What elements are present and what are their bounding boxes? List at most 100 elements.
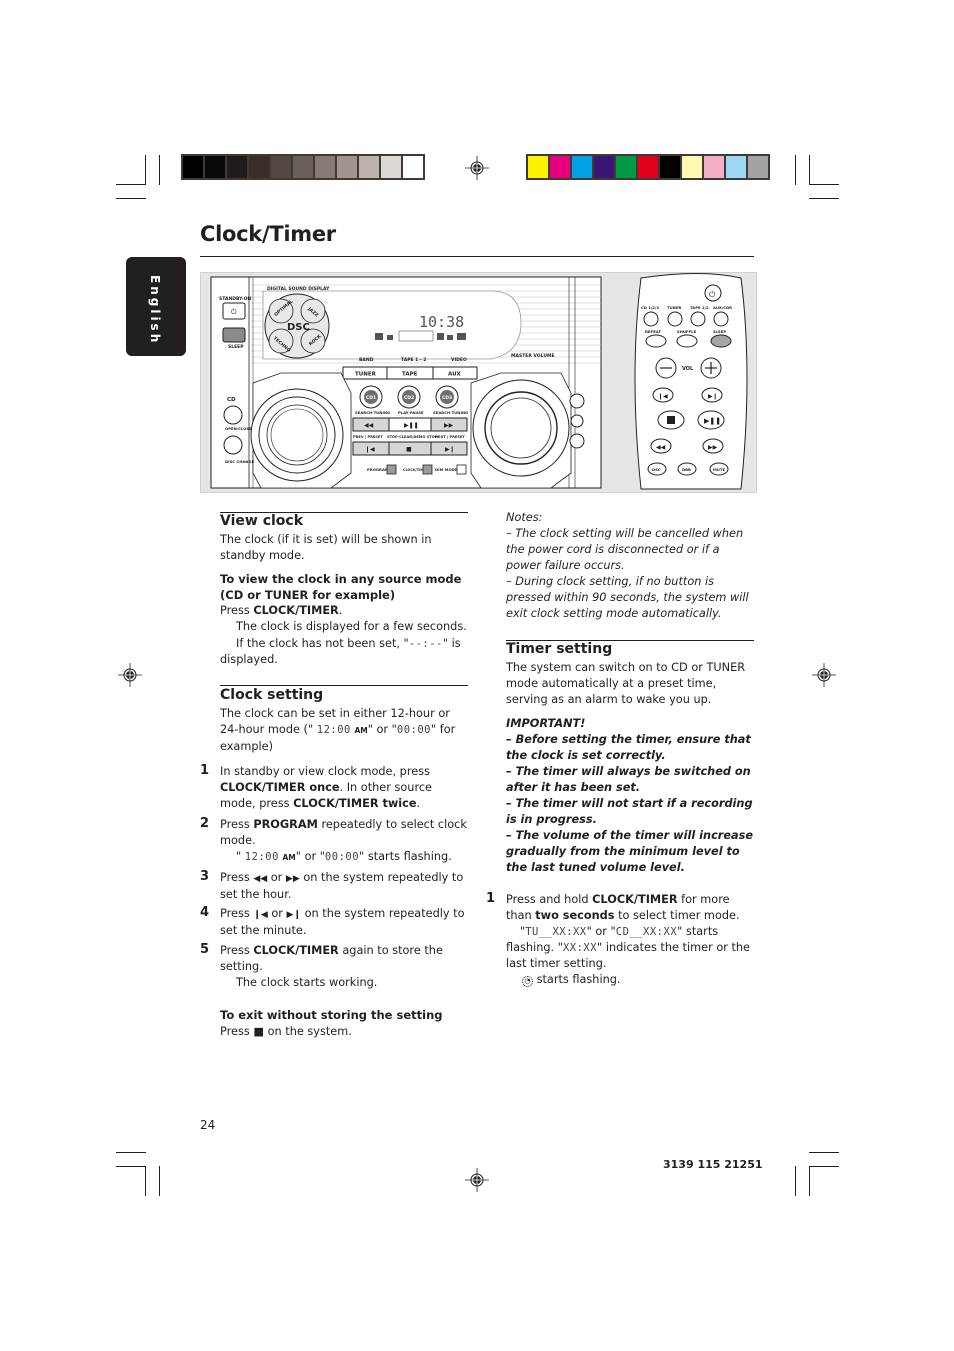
previous-icon: ❙◀ bbox=[253, 910, 268, 920]
device-illustration: DIGITAL SOUND DISPLAY STANDBY-ON ⏻ SLEEP… bbox=[200, 272, 757, 493]
svg-text:CD 1/2/3: CD 1/2/3 bbox=[641, 305, 659, 310]
svg-text:DBB: DBB bbox=[682, 467, 691, 472]
page-title: Clock/Timer bbox=[200, 222, 336, 246]
calibration-swatch bbox=[359, 156, 379, 178]
svg-text:CD1: CD1 bbox=[366, 395, 376, 401]
svg-text:STOP·CLEAR/DEMO STOP: STOP·CLEAR/DEMO STOP bbox=[387, 435, 438, 439]
language-tab: English bbox=[126, 257, 186, 356]
calibration-swatch bbox=[594, 156, 614, 178]
calibration-swatch bbox=[550, 156, 570, 178]
right-dial bbox=[470, 372, 572, 489]
svg-text:VOL: VOL bbox=[682, 366, 694, 372]
important-label: IMPORTANT! bbox=[506, 717, 586, 730]
remote-power-icon: ⏻ bbox=[709, 290, 716, 299]
exit-instruction: Press ■ on the system. bbox=[220, 1025, 352, 1038]
calibration-swatch bbox=[337, 156, 357, 178]
view-clock-press: Press CLOCK/TIMER. bbox=[220, 604, 343, 617]
warning-1: – Before setting the timer, ensure that … bbox=[506, 733, 751, 763]
svg-text:▶❙: ▶❙ bbox=[445, 446, 455, 453]
page-number: 24 bbox=[200, 1118, 216, 1132]
jacks bbox=[569, 393, 585, 449]
power-icon: ⏻ bbox=[231, 308, 237, 316]
fast-forward-icon: ▶▶ bbox=[285, 874, 300, 884]
calibration-swatch bbox=[528, 156, 548, 178]
note-1: – The clock setting will be cancelled wh… bbox=[506, 527, 744, 573]
sleep-label: SLEEP bbox=[228, 344, 244, 350]
exit-heading: To exit without storing the setting bbox=[220, 1008, 443, 1022]
note-2: – During clock setting, if no button is … bbox=[506, 575, 749, 621]
next-icon: ▶❙ bbox=[286, 910, 302, 920]
left-dial bbox=[250, 372, 352, 489]
registration-mark-icon bbox=[118, 663, 142, 687]
display-label: DIGITAL SOUND DISPLAY bbox=[267, 286, 330, 292]
svg-text:◀◀: ◀◀ bbox=[364, 422, 374, 429]
source-tabs: TUNER TAPE AUX bbox=[342, 366, 478, 380]
calibration-swatch bbox=[381, 156, 401, 178]
view-clock-heading: View clock bbox=[220, 513, 304, 529]
view-clock-intro: The clock (if it is set) will be shown i… bbox=[220, 533, 432, 563]
timer-setting-heading: Timer setting bbox=[506, 641, 613, 657]
svg-text:MUTE: MUTE bbox=[713, 467, 725, 472]
svg-text:▶▶: ▶▶ bbox=[708, 444, 718, 451]
calibration-swatch bbox=[572, 156, 592, 178]
document-code: 3139 115 21251 bbox=[663, 1158, 763, 1171]
rewind-icon: ◀◀ bbox=[253, 874, 268, 884]
calibration-swatch bbox=[315, 156, 335, 178]
calibration-swatch bbox=[249, 156, 269, 178]
timer-setting-intro: The system can switch on to CD or TUNER … bbox=[506, 661, 746, 707]
svg-text:PLAY·PAUSE: PLAY·PAUSE bbox=[398, 410, 424, 415]
transport-keys: ◀◀ ▶❚❚ ▶▶ PREV | PRESET STOP·CLEAR/DEMO … bbox=[352, 417, 468, 456]
calibration-swatch bbox=[403, 156, 423, 178]
svg-text:TAPE 1 - 2: TAPE 1 - 2 bbox=[401, 357, 426, 363]
svg-text:SLEEP: SLEEP bbox=[713, 329, 726, 334]
grayscale-calibration-bar bbox=[181, 154, 425, 180]
svg-text:SHUFFLE: SHUFFLE bbox=[677, 329, 697, 334]
svg-text:CD3: CD3 bbox=[442, 395, 452, 401]
clock-setting-heading: Clock setting bbox=[220, 687, 324, 703]
svg-text:VIDEO: VIDEO bbox=[451, 357, 467, 363]
svg-text:NEXT | PRESET: NEXT | PRESET bbox=[435, 435, 465, 439]
lcd-time: 10:38 bbox=[419, 313, 464, 331]
svg-text:▶❚❚: ▶❚❚ bbox=[704, 417, 721, 425]
language-tab-label: English bbox=[148, 275, 162, 346]
svg-text:❙◀: ❙◀ bbox=[365, 446, 375, 453]
registration-mark-icon bbox=[812, 663, 836, 687]
warning-3: – The timer will not start if a recordin… bbox=[506, 797, 753, 827]
svg-text:■: ■ bbox=[406, 446, 412, 453]
calibration-swatch bbox=[616, 156, 636, 178]
calibration-swatch bbox=[183, 156, 203, 178]
registration-mark-icon bbox=[465, 156, 489, 180]
calibration-swatch bbox=[638, 156, 658, 178]
clock-setting-rule bbox=[220, 685, 468, 686]
remote-bottom-row: DSC DBB MUTE bbox=[647, 462, 729, 476]
warning-4: – The volume of the timer will increase … bbox=[506, 829, 754, 875]
svg-text:DSC: DSC bbox=[652, 467, 661, 472]
svg-text:BAND: BAND bbox=[359, 357, 374, 363]
calibration-swatch bbox=[748, 156, 768, 178]
calibration-swatch bbox=[227, 156, 247, 178]
title-rule bbox=[200, 256, 754, 257]
timer-clock-icon: ◔ bbox=[522, 976, 533, 987]
hifi-system-drawing: DIGITAL SOUND DISPLAY STANDBY-ON ⏻ SLEEP… bbox=[210, 273, 748, 490]
cd-buttons: CD1 CD2 CD3 SEARCH·TUNING PLAY·PAUSE SEA… bbox=[355, 385, 468, 415]
svg-text:PREV | PRESET: PREV | PRESET bbox=[353, 435, 383, 439]
stop-icon: ■ bbox=[253, 1025, 265, 1038]
svg-text:TUNER: TUNER bbox=[667, 305, 681, 310]
notes-title: Notes: bbox=[506, 511, 543, 524]
svg-text:TAPE: TAPE bbox=[402, 372, 418, 378]
svg-text:▶❚❚: ▶❚❚ bbox=[404, 422, 419, 429]
standby-label: STANDBY-ON bbox=[219, 296, 251, 302]
warning-2: – The timer will always be switched on a… bbox=[506, 765, 751, 795]
svg-text:PROGRAM: PROGRAM bbox=[367, 467, 389, 472]
disc-change-button bbox=[223, 435, 243, 455]
svg-text:SEARCH·TUNING: SEARCH·TUNING bbox=[433, 410, 468, 415]
view-clock-line2: If the clock has not been set, "--:--" i… bbox=[220, 637, 461, 667]
view-clock-line1: The clock is displayed for a few seconds… bbox=[236, 620, 467, 633]
svg-text:AUX/CDR: AUX/CDR bbox=[713, 305, 732, 310]
open-close-button bbox=[223, 405, 243, 425]
calibration-swatch bbox=[704, 156, 724, 178]
svg-text:▶▶: ▶▶ bbox=[444, 422, 454, 429]
svg-text:REPEAT: REPEAT bbox=[645, 329, 662, 334]
svg-text:DIM MODE: DIM MODE bbox=[435, 467, 458, 472]
svg-text:TAPE 1/2: TAPE 1/2 bbox=[690, 305, 709, 310]
